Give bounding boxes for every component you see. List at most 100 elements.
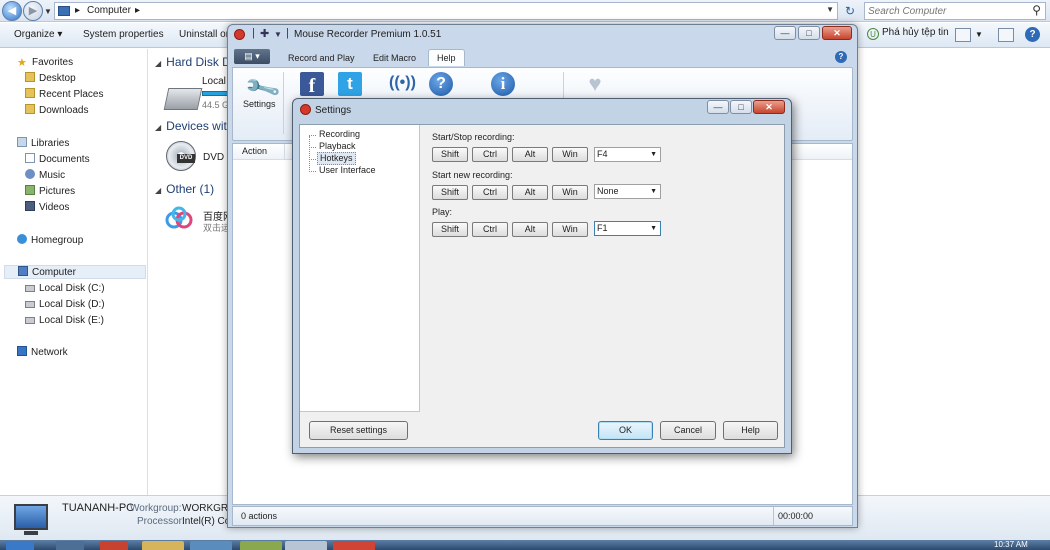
wireless-icon[interactable]: ((•))	[389, 72, 416, 96]
baidu-cloud-icon[interactable]	[164, 205, 194, 235]
refresh-icon[interactable]: ↻	[841, 2, 859, 20]
play-shift-button[interactable]: Shift	[432, 222, 468, 237]
group-other[interactable]: ◢ Other (1)	[155, 182, 214, 196]
play-ctrl-button[interactable]: Ctrl	[472, 222, 508, 237]
play-alt-button[interactable]: Alt	[512, 222, 548, 237]
mouse-recorder-titlebar[interactable]: | ✚ ▼ | Mouse Recorder Premium 1.0.51 — …	[228, 25, 857, 45]
nav-desktop[interactable]: Desktop	[25, 72, 76, 86]
local-disk-icon[interactable]	[163, 88, 203, 110]
preview-pane-button[interactable]	[998, 28, 1014, 42]
maximize-button[interactable]: □	[798, 26, 820, 40]
nav-local-disk-c[interactable]: Local Disk (C:)	[25, 282, 105, 296]
nav-music[interactable]: Music	[25, 169, 65, 183]
settings-close-button[interactable]: ✕	[753, 100, 785, 114]
play-win-button[interactable]: Win	[552, 222, 588, 237]
address-dropdown-icon[interactable]: ▼	[826, 5, 834, 14]
facebook-icon[interactable]: f	[300, 72, 324, 97]
taskbar-app-3[interactable]	[240, 541, 282, 550]
new-recording-win-button[interactable]: Win	[552, 185, 588, 200]
cancel-button[interactable]: Cancel	[660, 421, 716, 440]
info-icon[interactable]: i	[491, 72, 515, 96]
recent-pages-dropdown[interactable]: ▼	[44, 7, 52, 16]
system-properties-button[interactable]: System properties	[83, 29, 164, 40]
start-stop-alt-button[interactable]: Alt	[512, 147, 548, 162]
start-stop-shift-button[interactable]: Shift	[432, 147, 468, 162]
nav-recent-places[interactable]: Recent Places	[25, 88, 103, 102]
nav-computer[interactable]: Computer	[4, 265, 146, 279]
nav-libraries[interactable]: Libraries	[17, 137, 69, 151]
taskbar-app-4[interactable]	[285, 541, 327, 550]
taskbar-app-2[interactable]	[190, 541, 232, 550]
nav-favorites[interactable]: ★ Favorites	[17, 56, 73, 70]
collapse-icon[interactable]: ◢	[155, 123, 161, 132]
start-stop-key-select[interactable]: F4 ▼	[594, 147, 661, 162]
app-menu-button[interactable]: ▤ ▾	[234, 49, 270, 64]
explorer-help-icon[interactable]: ?	[1025, 27, 1040, 42]
view-options-dropdown-icon[interactable]: ▼	[975, 30, 983, 39]
search-icon[interactable]: ⚲	[1032, 3, 1041, 17]
breadcrumb-computer[interactable]: Computer	[87, 5, 131, 16]
tab-record-and-play[interactable]: Record and Play	[280, 50, 363, 66]
taskbar-app-explorer[interactable]	[142, 541, 184, 550]
question-icon[interactable]: ?	[429, 72, 453, 96]
tree-item-hotkeys[interactable]: Hotkeys	[317, 152, 356, 165]
new-recording-ctrl-button[interactable]: Ctrl	[472, 185, 508, 200]
play-key-select[interactable]: F1 ▼	[594, 221, 661, 236]
quick-access-dropdown-icon[interactable]: ▼	[274, 30, 282, 39]
nav-pictures[interactable]: Pictures	[25, 185, 75, 199]
reset-settings-button[interactable]: Reset settings	[309, 421, 408, 440]
ok-button[interactable]: OK	[598, 421, 653, 440]
group-devices-removable[interactable]: ◢ Devices with	[155, 119, 234, 133]
new-recording-key-select[interactable]: None ▼	[594, 184, 661, 199]
start-button[interactable]	[6, 541, 34, 550]
nav-documents[interactable]: Documents	[25, 153, 90, 167]
nav-homegroup[interactable]: Homegroup	[17, 234, 83, 248]
nav-local-disk-e[interactable]: Local Disk (E:)	[25, 314, 104, 328]
help-button[interactable]: Help	[723, 421, 778, 440]
tree-item-playback[interactable]: Playback	[317, 141, 358, 152]
new-recording-shift-button[interactable]: Shift	[432, 185, 468, 200]
tab-edit-macro[interactable]: Edit Macro	[365, 50, 424, 66]
desktop-icon	[25, 72, 35, 82]
organize-button[interactable]: Organize ▾	[14, 29, 62, 40]
pin-icon[interactable]: ✚	[260, 27, 269, 40]
tree-item-recording[interactable]: Recording	[317, 129, 362, 140]
twitter-icon[interactable]: t	[338, 72, 362, 96]
settings-maximize-button[interactable]: □	[730, 100, 752, 114]
change-view-button[interactable]	[955, 28, 971, 42]
nav-videos[interactable]: Videos	[25, 201, 69, 215]
uninstall-button[interactable]: Uninstall or	[179, 29, 229, 40]
taskbar-clock[interactable]: 10:37 AM	[994, 540, 1028, 549]
nav-downloads[interactable]: Downloads	[25, 104, 88, 118]
taskbar-app-mouse-recorder[interactable]	[333, 541, 375, 550]
close-button[interactable]: ✕	[822, 26, 852, 40]
breadcrumb-chevron-icon[interactable]: ▸	[135, 5, 140, 16]
back-button[interactable]: ◀	[2, 1, 22, 21]
nav-local-disk-d[interactable]: Local Disk (D:)	[25, 298, 105, 312]
tree-item-user-interface[interactable]: User Interface	[317, 165, 378, 176]
local-disk-item-label[interactable]: Local	[202, 76, 226, 87]
search-box[interactable]: ⚲	[864, 2, 1046, 20]
minimize-button[interactable]: —	[774, 26, 796, 40]
heart-icon[interactable]: ♥	[583, 72, 607, 96]
search-input[interactable]	[868, 4, 1018, 18]
settings-titlebar[interactable]: Settings — □ ✕	[293, 99, 791, 121]
tab-help[interactable]: Help	[428, 49, 465, 66]
address-field[interactable]: ▸ Computer ▸ ▼	[54, 2, 838, 20]
collapse-icon[interactable]: ◢	[155, 59, 161, 68]
nav-network[interactable]: Network	[17, 346, 68, 360]
column-separator[interactable]	[284, 144, 285, 160]
taskbar-app-ie[interactable]	[56, 541, 84, 550]
taskbar-app-chrome[interactable]	[100, 541, 128, 550]
column-action[interactable]: Action	[242, 146, 267, 156]
group-hard-disk-drives[interactable]: ◢ Hard Disk Dr	[155, 55, 235, 69]
ribbon-help-icon[interactable]: ?	[835, 51, 847, 63]
uninstall-tool-button[interactable]: U Phá hủy tệp tin	[867, 27, 949, 40]
ribbon-settings-label[interactable]: Settings	[243, 99, 276, 109]
forward-button[interactable]: ▶	[23, 1, 43, 21]
new-recording-alt-button[interactable]: Alt	[512, 185, 548, 200]
collapse-icon[interactable]: ◢	[155, 186, 161, 195]
start-stop-ctrl-button[interactable]: Ctrl	[472, 147, 508, 162]
settings-minimize-button[interactable]: —	[707, 100, 729, 114]
start-stop-win-button[interactable]: Win	[552, 147, 588, 162]
